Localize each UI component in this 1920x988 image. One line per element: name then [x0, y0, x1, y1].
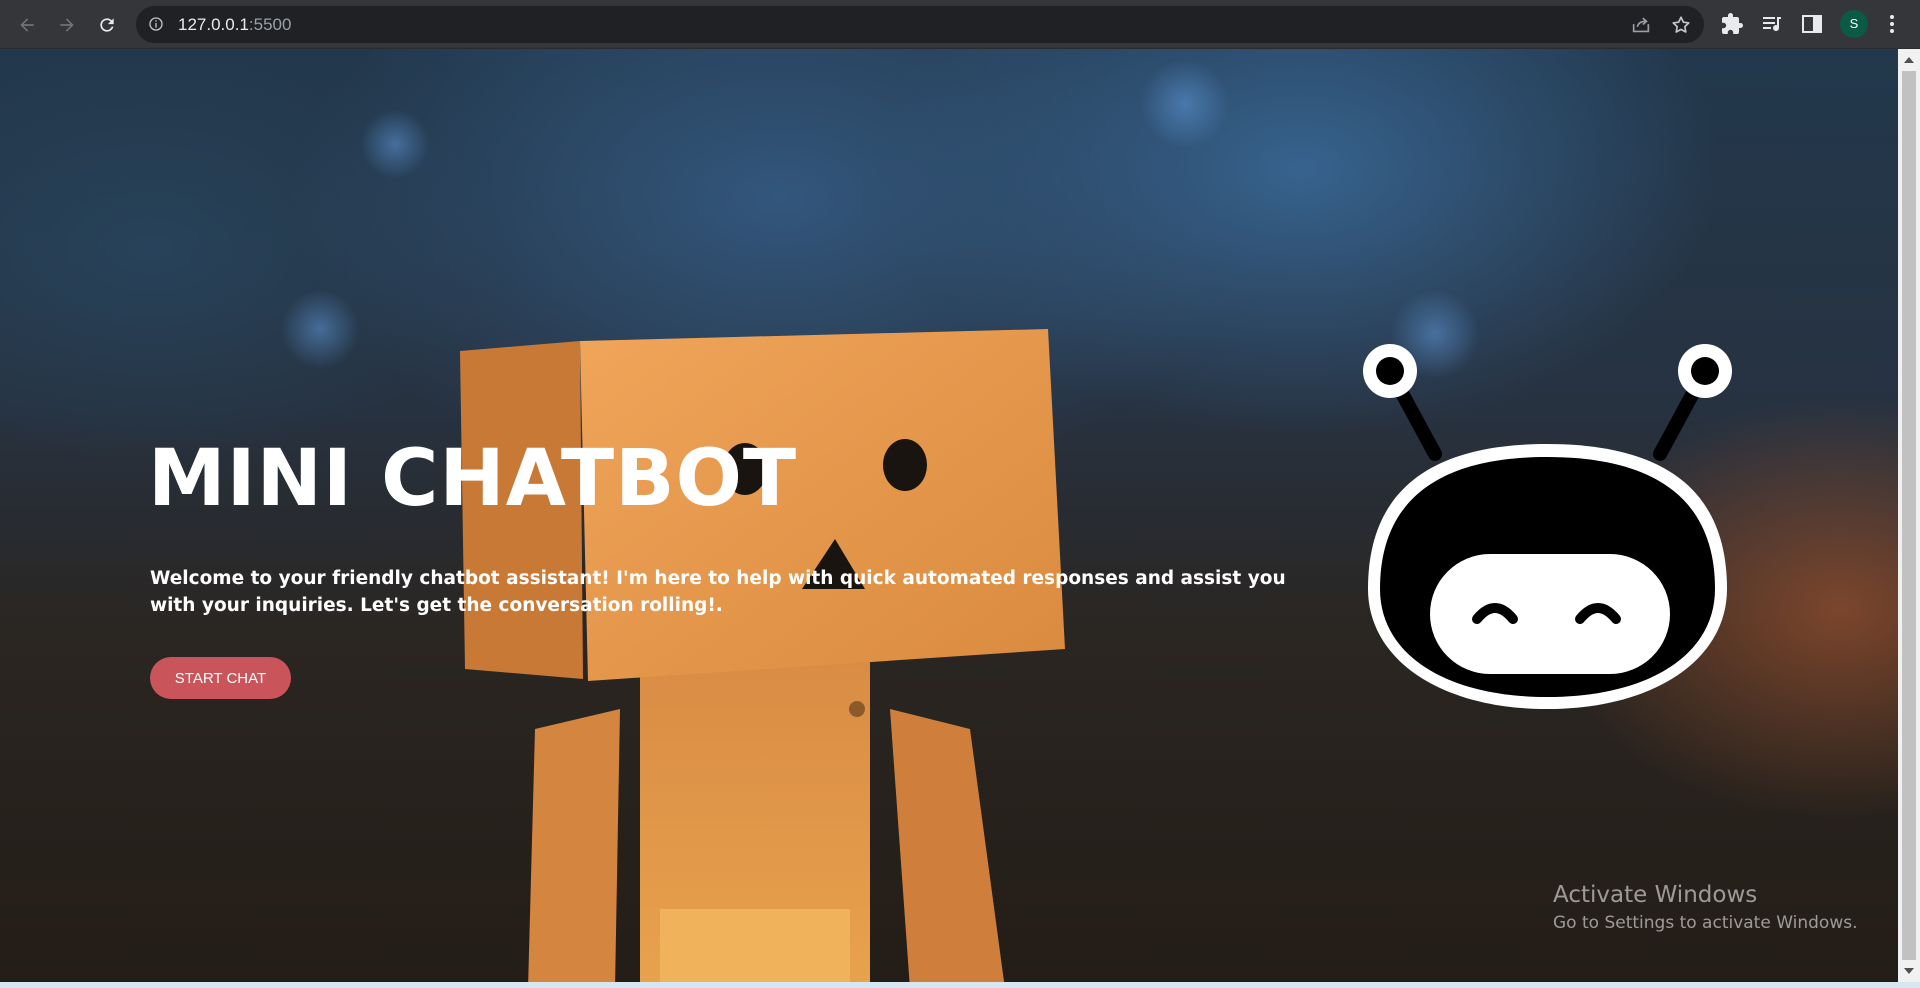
vertical-scrollbar[interactable]: [1898, 49, 1920, 982]
profile-avatar[interactable]: S: [1840, 10, 1868, 38]
scroll-up-arrow-icon[interactable]: [1904, 57, 1914, 63]
background-bokeh: [1140, 59, 1230, 149]
page-viewport: MINI CHATBOT Welcome to your friendly ch…: [0, 49, 1898, 982]
browser-toolbar: 127.0.0.1:5500 S: [0, 0, 1920, 49]
background-bokeh: [280, 289, 360, 369]
star-icon[interactable]: [1670, 14, 1692, 36]
forward-button[interactable]: [51, 9, 83, 41]
share-icon[interactable]: [1630, 14, 1652, 36]
side-panel-icon[interactable]: [1800, 12, 1824, 36]
back-arrow-icon: [20, 18, 34, 32]
start-chat-button[interactable]: START CHAT: [150, 657, 291, 699]
back-button[interactable]: [11, 9, 43, 41]
page-title: MINI CHATBOT: [148, 434, 798, 524]
extensions-icon[interactable]: [1720, 12, 1744, 36]
address-bar[interactable]: 127.0.0.1:5500: [136, 6, 1704, 43]
watermark-subtitle: Go to Settings to activate Windows.: [1553, 913, 1858, 933]
url-text[interactable]: 127.0.0.1:5500: [178, 16, 291, 34]
forward-arrow-icon: [60, 18, 74, 32]
info-icon[interactable]: [148, 16, 164, 32]
url-host: 127.0.0.1: [178, 15, 249, 34]
welcome-description: Welcome to your friendly chatbot assista…: [150, 568, 1286, 616]
activate-windows-watermark: Activate Windows Go to Settings to activ…: [1553, 879, 1858, 935]
taskbar-edge: [0, 982, 1920, 988]
url-port: :5500: [248, 15, 292, 34]
reload-icon: [100, 18, 114, 32]
background-bokeh: [360, 109, 430, 179]
scroll-thumb[interactable]: [1902, 71, 1916, 960]
reload-button[interactable]: [91, 9, 123, 41]
watermark-title: Activate Windows: [1553, 882, 1758, 908]
kebab-menu-icon[interactable]: [1880, 12, 1904, 36]
chatbot-logo-icon: [1363, 344, 1732, 709]
scroll-down-arrow-icon[interactable]: [1904, 968, 1914, 974]
media-queue-icon[interactable]: [1760, 12, 1784, 36]
cardboard-robot-photo: [460, 329, 1065, 982]
